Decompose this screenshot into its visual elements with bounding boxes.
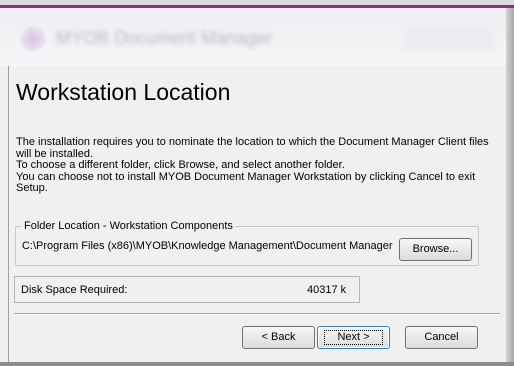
folder-location-legend: Folder Location - Workstation Components [22,220,235,232]
destination-folder-path: C:\Program Files (x86)\MYOB\Knowledge Ma… [22,240,393,252]
next-button-label: Next > [324,330,383,345]
window-bottom-edge [0,362,514,366]
myob-logo-icon [20,26,46,52]
browse-button[interactable]: Browse... [399,238,472,261]
instructions-line: Setup. [16,182,48,194]
title-bar-accent [0,0,514,8]
back-button-label: < Back [261,331,296,343]
instructions-line: The installation requires you to nominat… [16,136,489,148]
cancel-button-label: Cancel [424,331,459,343]
wizard-panel [8,66,508,366]
disk-space-value: 40317 k [307,284,347,296]
footer-divider [14,313,500,315]
instructions-line: To choose a different folder, click Brow… [16,159,345,171]
disk-space-label: Disk Space Required: [21,284,128,296]
cancel-button[interactable]: Cancel [405,326,478,349]
browse-button-label: Browse... [412,243,459,255]
header-blurred-title: MYOB Document Manager [56,28,273,48]
next-button[interactable]: Next > [317,326,390,349]
window-right-edge [506,8,514,366]
header-graphic [405,26,495,50]
back-button[interactable]: < Back [242,326,315,349]
installer-header-banner: MYOB Document Manager [0,8,514,66]
page-title: Workstation Location [16,79,231,105]
instructions-text: The installation requires you to nominat… [16,136,506,195]
instructions-line: You can choose not to install MYOB Docum… [16,170,476,183]
